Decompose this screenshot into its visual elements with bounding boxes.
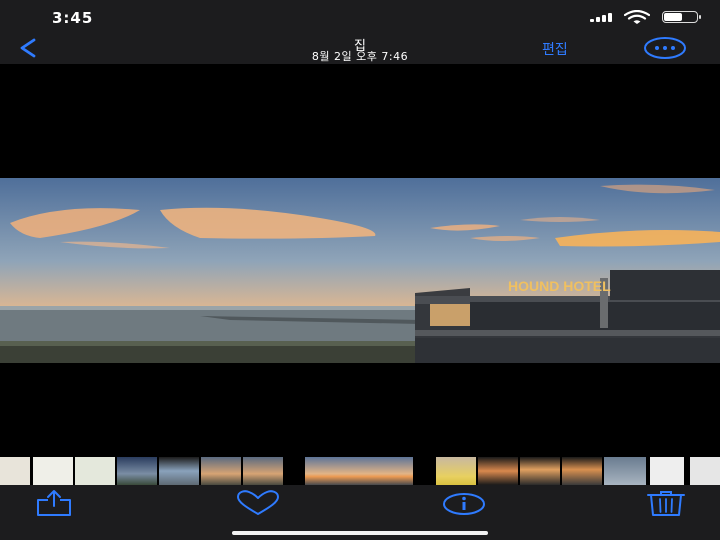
battery-icon bbox=[662, 11, 701, 23]
status-icons bbox=[590, 10, 701, 24]
thumbnail[interactable] bbox=[33, 457, 73, 485]
thumbnail-current[interactable] bbox=[305, 457, 413, 485]
thumbnail[interactable] bbox=[201, 457, 241, 485]
thumbnail[interactable] bbox=[650, 457, 684, 485]
edit-button[interactable]: 편집 bbox=[542, 39, 568, 59]
wifi-icon bbox=[624, 10, 650, 24]
status-time: 3:45 bbox=[52, 9, 94, 27]
trash-icon[interactable] bbox=[646, 489, 686, 517]
thumbnail[interactable] bbox=[478, 457, 518, 485]
thumbnail[interactable] bbox=[0, 457, 30, 485]
nav-bar: 집 8월 2일 오후 7:46 편집 bbox=[0, 34, 720, 64]
share-icon[interactable] bbox=[34, 489, 74, 517]
thumbnail[interactable] bbox=[159, 457, 199, 485]
hotel-sign: HOUND HOTEL bbox=[508, 278, 611, 294]
photo-date: 8월 2일 오후 7:46 bbox=[311, 50, 409, 63]
more-ellipsis-icon[interactable] bbox=[643, 36, 687, 60]
thumbnail[interactable] bbox=[243, 457, 283, 485]
status-bar: 3:45 bbox=[0, 0, 720, 34]
thumbnail[interactable] bbox=[604, 457, 646, 485]
battery-level bbox=[664, 13, 682, 21]
thumbnail[interactable] bbox=[75, 457, 115, 485]
thumbnail[interactable] bbox=[562, 457, 602, 485]
thumbnail[interactable] bbox=[690, 457, 720, 485]
thumbnail-strip[interactable] bbox=[0, 455, 720, 485]
photo-view[interactable]: HOUND HOTEL bbox=[0, 178, 720, 363]
thumbnail[interactable] bbox=[520, 457, 560, 485]
info-icon[interactable] bbox=[442, 489, 486, 517]
thumbnail[interactable] bbox=[117, 457, 157, 485]
home-indicator bbox=[232, 531, 488, 535]
sunset-photo: HOUND HOTEL bbox=[0, 178, 720, 363]
thumbnail[interactable] bbox=[436, 457, 476, 485]
heart-icon[interactable] bbox=[236, 489, 280, 517]
cellular-signal-icon bbox=[590, 12, 612, 22]
